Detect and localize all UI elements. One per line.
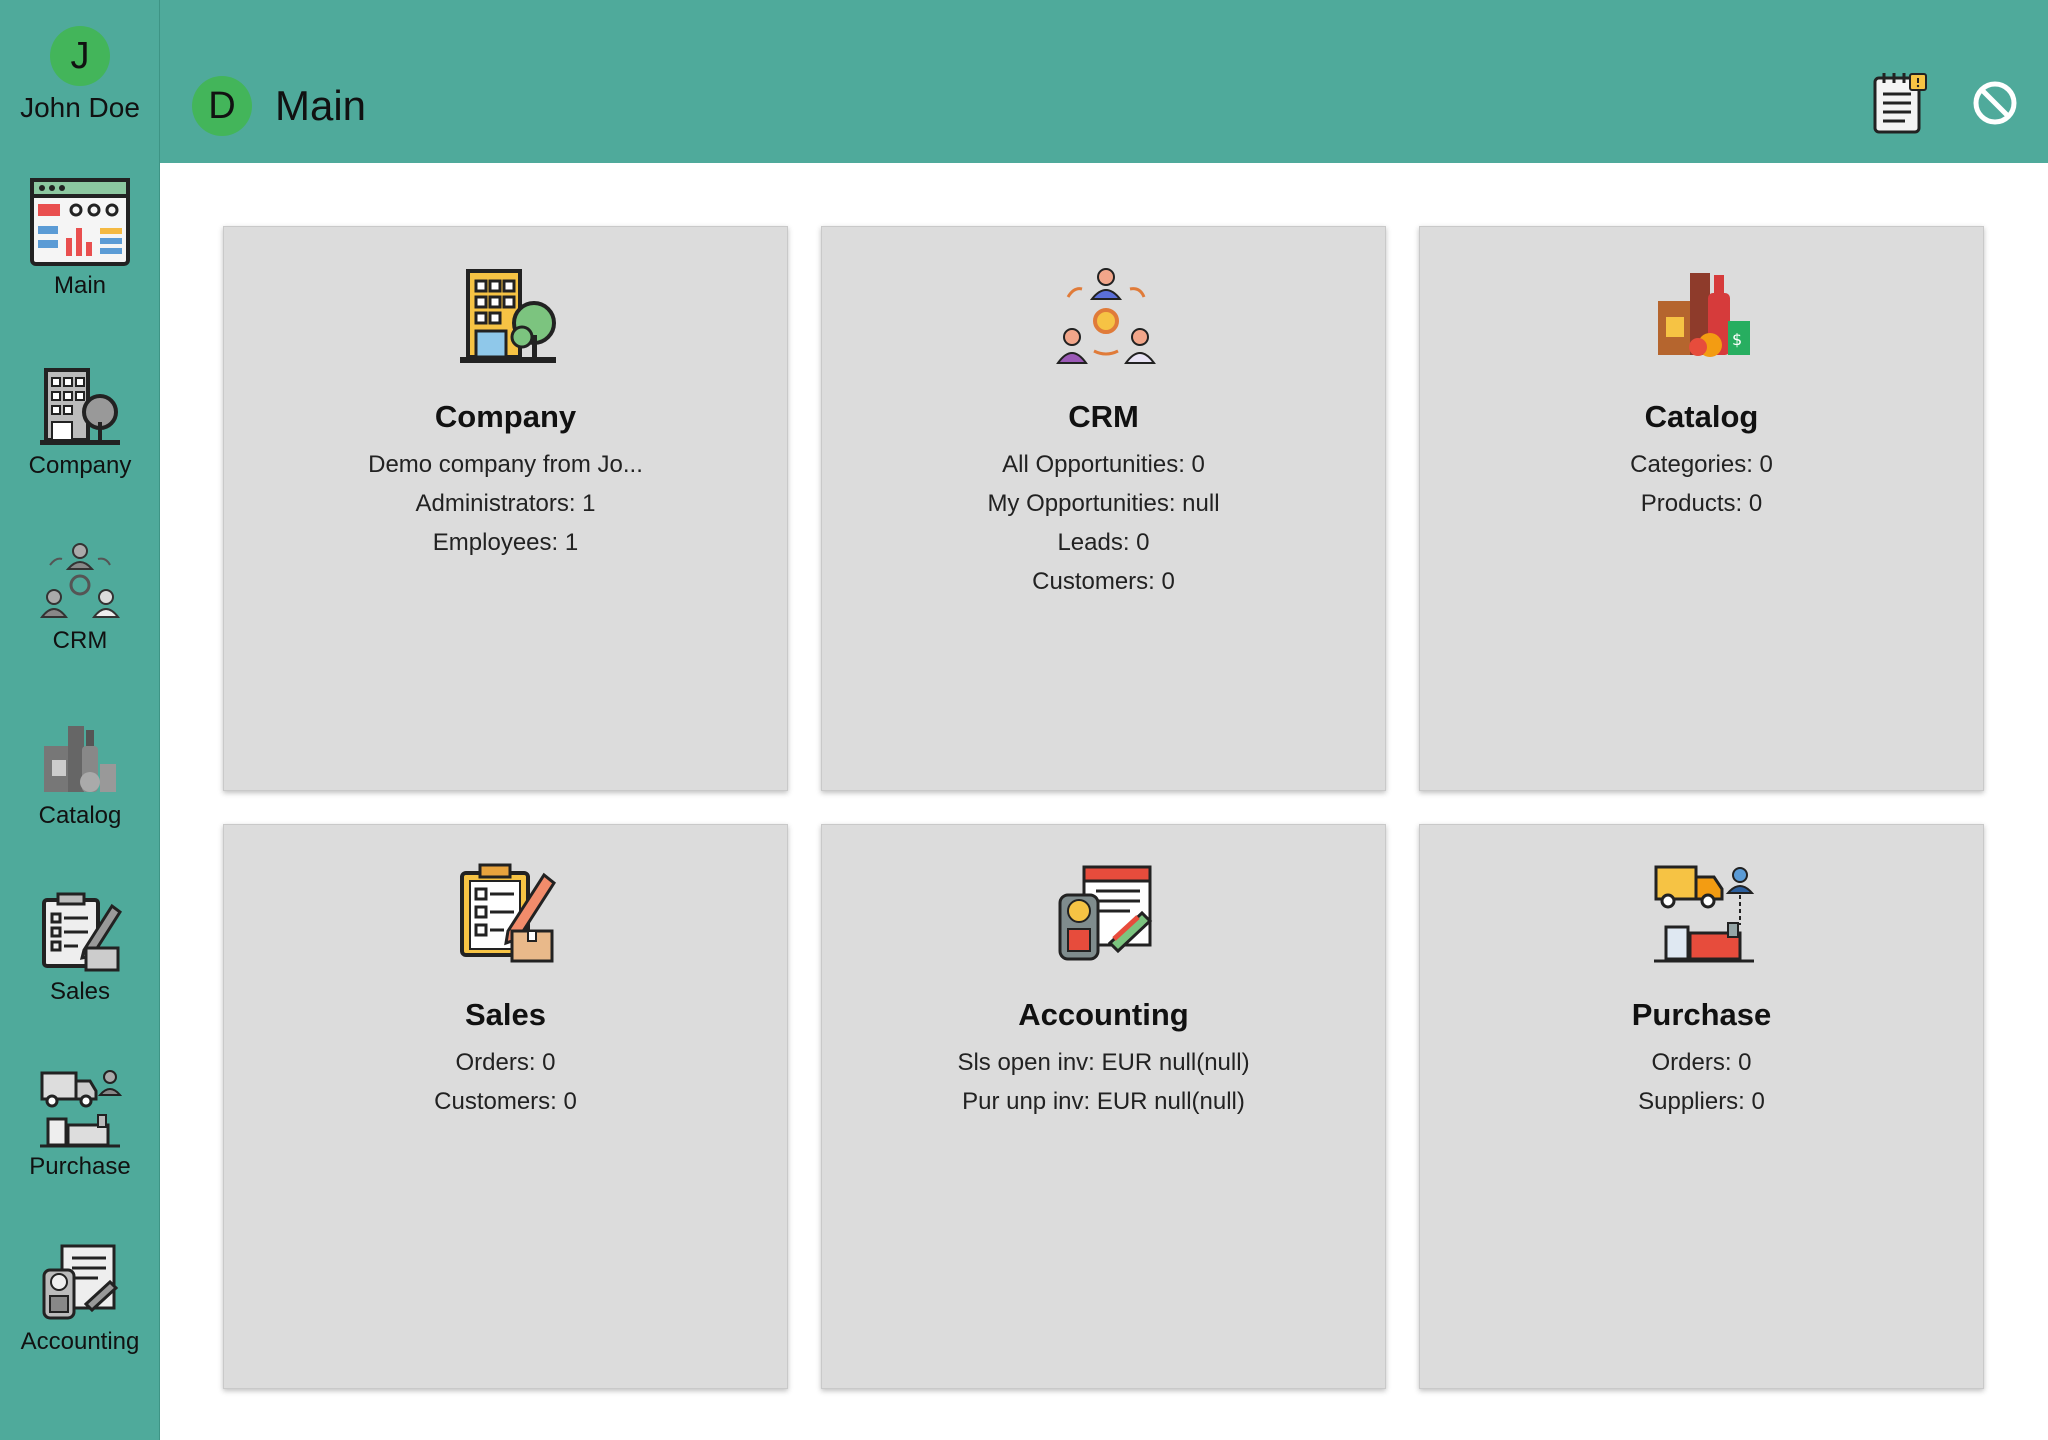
- purchase-truck-icon: [1654, 865, 1755, 963]
- svg-text:$: $: [1732, 330, 1742, 349]
- page-title: Main: [275, 82, 367, 129]
- card-line: Employees: 1: [432, 529, 579, 556]
- company-building-icon: [40, 368, 120, 445]
- card-line: Orders: 0: [455, 1049, 556, 1076]
- user-avatar[interactable]: J: [50, 26, 110, 86]
- card-line: Pur unp inv: EUR null(null): [962, 1088, 1245, 1115]
- sidebar-item-crm[interactable]: CRM: [0, 541, 160, 655]
- sidebar-item-label: Sales: [49, 978, 111, 1005]
- card-line: Categories: 0: [1630, 451, 1773, 478]
- sidebar-item-sales[interactable]: Sales: [0, 892, 160, 1006]
- sales-clipboard-icon: [42, 892, 122, 972]
- sidebar-item-label: Catalog: [38, 802, 122, 829]
- sidebar-item-purchase[interactable]: Purchase: [0, 1067, 160, 1181]
- card-title: Accounting: [1018, 997, 1189, 1032]
- logout-button[interactable]: [1972, 80, 2018, 131]
- card-sales[interactable]: Sales Orders: 0 Customers: 0: [223, 824, 788, 1389]
- card-catalog[interactable]: $ Catalog Categories: 0 Products: 0: [1419, 226, 1984, 791]
- notes-button[interactable]: [1870, 70, 1930, 141]
- sidebar-item-catalog[interactable]: Catalog: [0, 716, 160, 830]
- crm-people-icon: [39, 543, 121, 618]
- catalog-products-icon: [44, 726, 116, 792]
- card-line: Sls open inv: EUR null(null): [957, 1049, 1250, 1076]
- card-line: Orders: 0: [1651, 1049, 1752, 1076]
- card-title: CRM: [1068, 399, 1139, 434]
- sidebar-item-main[interactable]: Main: [0, 176, 160, 300]
- sales-clipboard-icon: [460, 863, 556, 963]
- top-bar: D Main: [160, 0, 2048, 163]
- card-crm[interactable]: CRM All Opportunities: 0 My Opportunitie…: [821, 226, 1386, 791]
- user-profile[interactable]: J John Doe: [0, 26, 160, 124]
- sidebar-item-label: Purchase: [29, 1153, 131, 1180]
- block-icon: [1973, 81, 2017, 125]
- card-purchase[interactable]: Purchase Orders: 0 Suppliers: 0: [1419, 824, 1984, 1389]
- purchase-truck-icon: [40, 1070, 122, 1148]
- sidebar-item-label: Accounting: [20, 1328, 140, 1355]
- card-title: Catalog: [1644, 399, 1759, 434]
- card-line: Customers: 0: [1032, 568, 1175, 595]
- accounting-invoice-icon: [1058, 865, 1153, 961]
- sidebar-item-label: CRM: [52, 627, 108, 654]
- card-line: Leads: 0: [1057, 529, 1150, 556]
- card-line: Demo company from Jo...: [368, 451, 643, 478]
- sidebar-item-company[interactable]: Company: [0, 366, 160, 480]
- sidebar-item-accounting[interactable]: Accounting: [0, 1242, 160, 1356]
- sidebar-item-label: Company: [28, 452, 132, 479]
- card-line: All Opportunities: 0: [1002, 451, 1205, 478]
- sidebar-item-label: Main: [53, 272, 107, 299]
- card-title: Purchase: [1631, 997, 1772, 1032]
- crm-people-icon: [1056, 268, 1156, 364]
- card-title: Company: [434, 399, 577, 434]
- card-line: Suppliers: 0: [1638, 1088, 1765, 1115]
- dashboard-icon: [30, 178, 130, 266]
- card-line: Administrators: 1: [415, 490, 596, 517]
- user-name: John Doe: [20, 92, 140, 123]
- accounting-invoice-icon: [42, 1244, 119, 1320]
- card-line: My Opportunities: null: [987, 490, 1220, 517]
- catalog-products-icon: $: [1658, 273, 1750, 357]
- card-title: Sales: [464, 997, 546, 1032]
- sidebar: J John Doe Main Company CRM Catalog Sale…: [0, 0, 160, 1440]
- card-line: Customers: 0: [434, 1088, 577, 1115]
- company-avatar[interactable]: D: [192, 76, 252, 136]
- card-accounting[interactable]: Accounting Sls open inv: EUR null(null) …: [821, 824, 1386, 1389]
- card-company[interactable]: Company Demo company from Jo... Administ…: [223, 226, 788, 791]
- notepad-icon: [1873, 73, 1927, 134]
- card-line: Products: 0: [1640, 490, 1763, 517]
- company-building-icon: [460, 269, 556, 363]
